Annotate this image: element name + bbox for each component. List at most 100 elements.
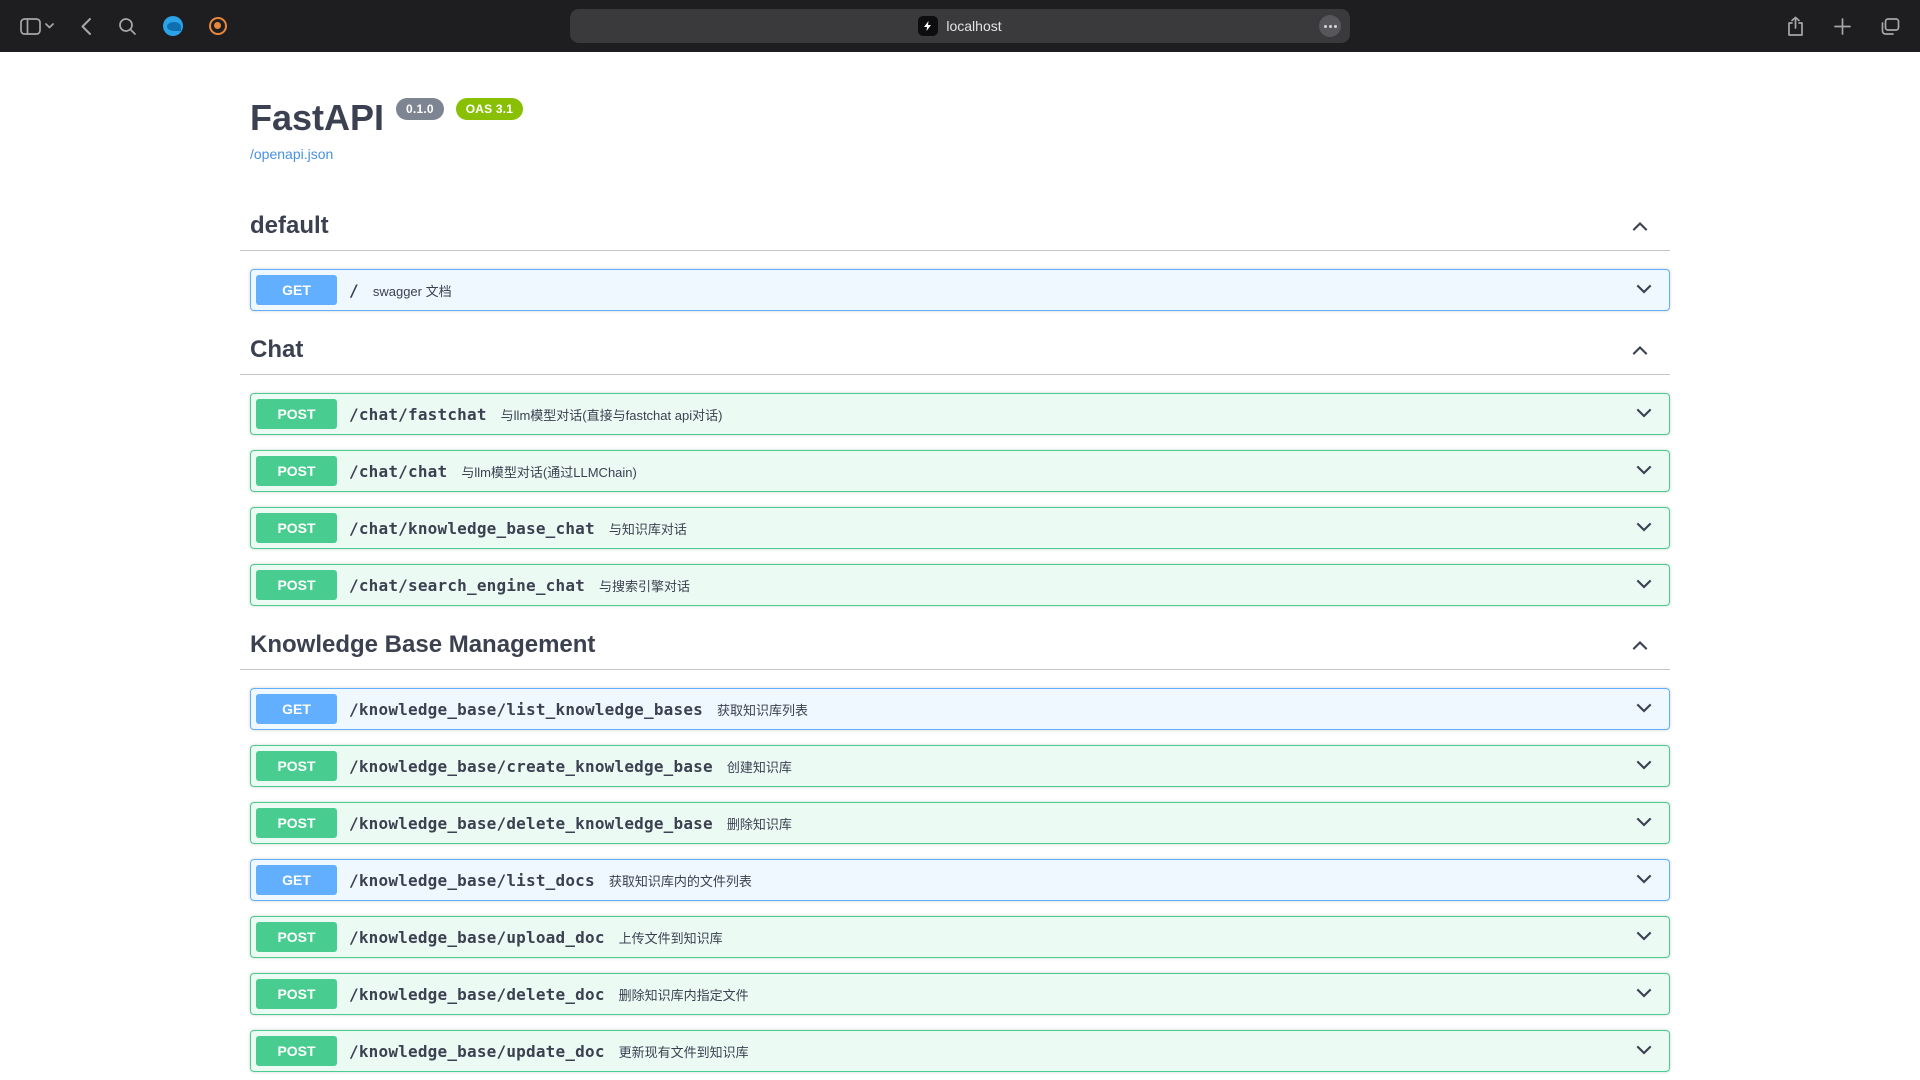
tab-overview-button[interactable]	[1879, 16, 1902, 37]
operation-summary: 上传文件到知识库	[619, 928, 723, 947]
page-settings-button[interactable]	[1319, 15, 1341, 37]
operation-row[interactable]: GET /knowledge_base/list_docs 获取知识库内的文件列…	[250, 859, 1670, 901]
expand-operation-button[interactable]	[1634, 518, 1654, 538]
api-section: default GET / swagger 文档	[250, 202, 1670, 311]
chevron-down-icon	[1634, 575, 1654, 595]
openapi-spec-link[interactable]: /openapi.json	[250, 146, 333, 162]
expand-operation-button[interactable]	[1634, 575, 1654, 595]
extension-orange-button[interactable]	[207, 15, 229, 37]
operation-summary: swagger 文档	[373, 281, 452, 300]
operation-path: /knowledge_base/upload_doc	[349, 928, 605, 947]
new-tab-button[interactable]	[1832, 16, 1853, 37]
expand-operation-button[interactable]	[1634, 280, 1654, 300]
operation-path: /chat/fastchat	[349, 405, 487, 424]
extension-blue-button[interactable]	[161, 14, 185, 38]
chevron-down-icon	[1634, 404, 1654, 424]
api-section: Knowledge Base Management GET /knowledge…	[250, 621, 1670, 1080]
ellipsis-dot	[1324, 25, 1327, 28]
operation-path: /chat/search_engine_chat	[349, 576, 585, 595]
api-sections: default GET / swagger 文档 Chat	[250, 202, 1670, 1080]
search-icon	[118, 17, 137, 36]
expand-operation-button[interactable]	[1634, 756, 1654, 776]
extension-blue-icon	[163, 16, 183, 36]
operation-path: /chat/knowledge_base_chat	[349, 519, 595, 538]
method-badge: POST	[256, 513, 337, 543]
chevron-up-icon	[1630, 340, 1650, 360]
operation-row[interactable]: POST /chat/chat 与llm模型对话(通过LLMChain)	[250, 450, 1670, 492]
operation-row[interactable]: POST /chat/search_engine_chat 与搜索引擎对话	[250, 564, 1670, 606]
section-header[interactable]: default	[240, 202, 1670, 251]
site-favicon	[918, 16, 938, 36]
method-badge: POST	[256, 1036, 337, 1066]
expand-operation-button[interactable]	[1634, 1041, 1654, 1061]
chevron-down-icon	[1634, 756, 1654, 776]
section-header[interactable]: Chat	[240, 326, 1670, 375]
operation-row[interactable]: POST /knowledge_base/upload_doc 上传文件到知识库	[250, 916, 1670, 958]
section-collapse-button[interactable]	[1630, 635, 1650, 655]
operation-row[interactable]: POST /chat/knowledge_base_chat 与知识库对话	[250, 507, 1670, 549]
operation-row[interactable]: POST /knowledge_base/delete_knowledge_ba…	[250, 802, 1670, 844]
section-collapse-button[interactable]	[1630, 340, 1650, 360]
operation-path: /knowledge_base/create_knowledge_base	[349, 757, 713, 776]
method-badge: POST	[256, 751, 337, 781]
operation-summary: 获取知识库内的文件列表	[609, 871, 752, 890]
ellipsis-dot	[1334, 25, 1337, 28]
page-search-button[interactable]	[116, 15, 139, 38]
tab-group-chevron-icon	[45, 23, 54, 29]
expand-operation-button[interactable]	[1634, 461, 1654, 481]
method-badge: GET	[256, 275, 337, 305]
section-title: Chat	[250, 336, 303, 364]
chevron-down-icon	[1634, 984, 1654, 1004]
section-title: default	[250, 212, 329, 240]
share-icon	[1787, 16, 1804, 37]
operation-summary: 获取知识库列表	[717, 700, 808, 719]
operation-summary: 与搜索引擎对话	[599, 576, 690, 595]
api-title: FastAPI 0.1.0 OAS 3.1	[250, 96, 1670, 139]
expand-operation-button[interactable]	[1634, 927, 1654, 947]
operation-path: /knowledge_base/list_knowledge_bases	[349, 700, 703, 719]
chevron-up-icon	[1630, 216, 1650, 236]
chevron-down-icon	[1634, 870, 1654, 890]
chevron-down-icon	[1634, 1041, 1654, 1061]
operation-row[interactable]: POST /knowledge_base/create_knowledge_ba…	[250, 745, 1670, 787]
address-bar[interactable]: localhost	[570, 9, 1350, 43]
operation-path: /knowledge_base/delete_knowledge_base	[349, 814, 713, 833]
operation-path: /	[349, 281, 359, 300]
method-badge: GET	[256, 865, 337, 895]
sidebar-toggle-button[interactable]	[18, 16, 56, 37]
chevron-down-icon	[1634, 927, 1654, 947]
browser-toolbar: localhost	[0, 0, 1920, 52]
operation-row[interactable]: GET /knowledge_base/list_knowledge_bases…	[250, 688, 1670, 730]
operation-row[interactable]: GET / swagger 文档	[250, 269, 1670, 311]
operation-row[interactable]: POST /knowledge_base/delete_doc 删除知识库内指定…	[250, 973, 1670, 1015]
api-title-text: FastAPI	[250, 96, 384, 139]
operation-path: /knowledge_base/delete_doc	[349, 985, 605, 1004]
expand-operation-button[interactable]	[1634, 404, 1654, 424]
section-header[interactable]: Knowledge Base Management	[240, 621, 1670, 670]
method-badge: POST	[256, 399, 337, 429]
operation-summary: 与llm模型对话(直接与fastchat api对话)	[501, 405, 723, 424]
expand-operation-button[interactable]	[1634, 699, 1654, 719]
operation-summary: 更新现有文件到知识库	[619, 1042, 749, 1061]
method-badge: POST	[256, 808, 337, 838]
back-button[interactable]	[78, 15, 94, 38]
method-badge: POST	[256, 922, 337, 952]
back-icon	[80, 17, 92, 36]
new-tab-icon	[1834, 18, 1851, 35]
chevron-down-icon	[1634, 461, 1654, 481]
expand-operation-button[interactable]	[1634, 984, 1654, 1004]
chevron-down-icon	[1634, 813, 1654, 833]
operation-summary: 与llm模型对话(通过LLMChain)	[461, 462, 637, 481]
expand-operation-button[interactable]	[1634, 813, 1654, 833]
method-badge: POST	[256, 456, 337, 486]
operation-row[interactable]: POST /chat/fastchat 与llm模型对话(直接与fastchat…	[250, 393, 1670, 435]
operations-list: POST /chat/fastchat 与llm模型对话(直接与fastchat…	[250, 375, 1670, 606]
operation-row[interactable]: POST /knowledge_base/update_doc 更新现有文件到知…	[250, 1030, 1670, 1072]
section-collapse-button[interactable]	[1630, 216, 1650, 236]
operation-summary: 删除知识库内指定文件	[619, 985, 749, 1004]
expand-operation-button[interactable]	[1634, 870, 1654, 890]
share-button[interactable]	[1785, 14, 1806, 39]
operation-path: /chat/chat	[349, 462, 447, 481]
section-title: Knowledge Base Management	[250, 631, 595, 659]
api-section: Chat POST /chat/fastchat 与llm模型对话(直接与fas…	[250, 326, 1670, 606]
